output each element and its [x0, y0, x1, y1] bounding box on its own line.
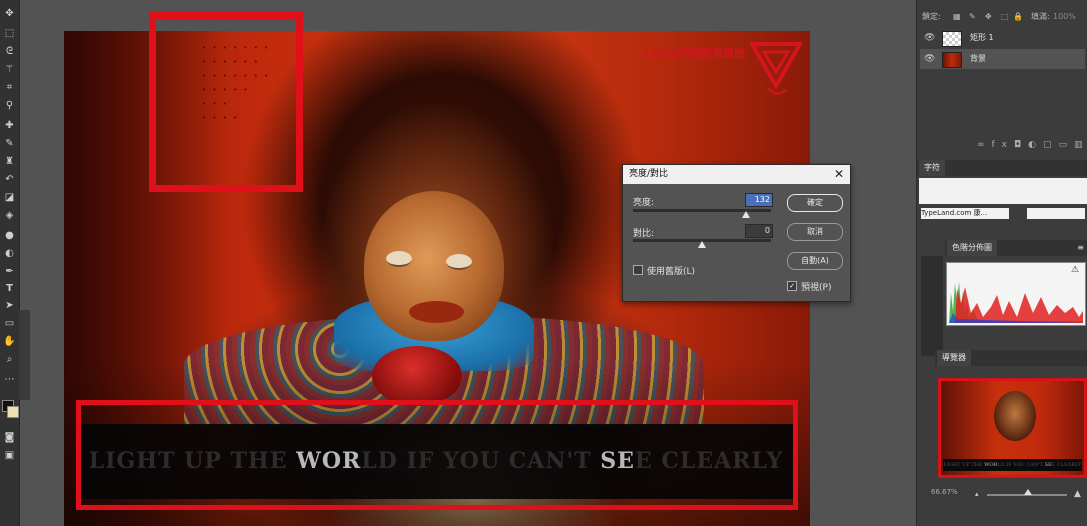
close-icon[interactable]: ✕: [832, 166, 846, 183]
lock-move-icon[interactable]: ✥: [985, 8, 992, 26]
cache-warning-icon[interactable]: ⚠: [1071, 265, 1079, 275]
zoom-tool-icon[interactable]: ⌕: [2, 352, 17, 367]
cancel-button[interactable]: 取消: [787, 223, 843, 241]
tools-panel: ✥ ⬚ ᘓ ⚚ ⌗ ⚲ ✚ ✎ ♜ ↶ ◪ ◈ ● ◐ ✒ T ➤ ▭ ✋ ⌕ …: [0, 0, 20, 526]
brightness-label: 亮度:: [633, 198, 655, 208]
doll-mouth: [409, 301, 464, 323]
navigator-zoom-value[interactable]: 66.67%: [931, 488, 958, 496]
lock-paint-icon[interactable]: ✎: [969, 8, 976, 26]
lock-label: 鎖定:: [922, 12, 941, 21]
fill-label: 填滿:: [1031, 12, 1050, 21]
more-tools-icon[interactable]: ⋯: [2, 372, 17, 387]
brightness-input[interactable]: 132: [745, 193, 773, 207]
tab-navigator[interactable]: 導覽器: [937, 350, 971, 366]
zoom-out-icon[interactable]: ▴: [975, 490, 983, 498]
ok-button[interactable]: 確定: [787, 194, 843, 212]
history-brush-tool-icon[interactable]: ↶: [2, 172, 17, 187]
eraser-tool-icon[interactable]: ◪: [2, 190, 17, 205]
blur-tool-icon[interactable]: ●: [2, 228, 17, 243]
dialog-title: 亮度/對比: [623, 165, 850, 184]
brightness-slider-thumb[interactable]: [742, 211, 751, 218]
quick-mask-icon[interactable]: ◙: [2, 430, 17, 445]
annotation-box-bottom: [76, 400, 798, 510]
lock-all-icon[interactable]: 🔒: [1013, 8, 1023, 26]
navigator-zoom-slider-thumb[interactable]: [1024, 489, 1032, 495]
layer-name: 背景: [970, 54, 986, 63]
font-family-input[interactable]: TypeLand.com 康...: [921, 208, 1009, 219]
lasso-tool-icon[interactable]: ᘓ: [2, 44, 17, 59]
zoom-in-icon[interactable]: ▲: [1074, 489, 1081, 499]
fill-input[interactable]: 100%: [1053, 8, 1076, 26]
brush-tool-icon[interactable]: ✎: [2, 136, 17, 151]
brand-logo-icon: [750, 42, 802, 95]
lock-artboard-icon[interactable]: ⬚: [1001, 8, 1009, 26]
navigator-view-box[interactable]: [939, 379, 1086, 477]
preview-label: 預視(P): [801, 283, 832, 293]
layers-footer-icons[interactable]: ∞fx◘◐▢▭▥: [977, 140, 1087, 154]
legacy-checkbox[interactable]: [633, 265, 643, 275]
background-color-swatch[interactable]: [7, 406, 19, 418]
clone-stamp-tool-icon[interactable]: ♜: [2, 154, 17, 169]
layer-row[interactable]: 👁 矩形 1: [920, 28, 1085, 48]
dodge-tool-icon[interactable]: ◐: [2, 246, 17, 261]
histogram-chart: ⚠: [946, 262, 1086, 326]
contrast-input[interactable]: 0: [745, 224, 773, 238]
character-panel-header: 字符: [917, 160, 1087, 176]
collapsed-panel-stub: [921, 256, 943, 356]
tool-options-flyout: [19, 310, 30, 400]
glyph-strip[interactable]: [919, 178, 1087, 204]
histogram-graph: [949, 281, 1083, 323]
pen-tool-icon[interactable]: ✒: [2, 264, 17, 279]
layers-lock-bar: 鎖定: ▦ ✎ ✥ ⬚ 🔒 填滿: 100%: [917, 8, 1087, 26]
font-style-input[interactable]: [1027, 208, 1085, 219]
preview-checkbox[interactable]: ✓: [787, 281, 797, 291]
brightness-contrast-dialog: 亮度/對比 ✕ 亮度: 132 對比: 0 使用舊版(L) 確定 取消 自動(A…: [622, 164, 851, 302]
path-selection-tool-icon[interactable]: ➤: [2, 298, 17, 313]
tab-character[interactable]: 字符: [919, 160, 945, 176]
brand-text: LOOP迴圈密室逃脫: [644, 47, 746, 60]
legacy-label: 使用舊版(L): [647, 267, 696, 277]
navigator-panel-header: 導覽器: [935, 350, 1087, 366]
histogram-panel-header: 色階分佈圖 ≡: [945, 240, 1087, 256]
layer-visibility-eye-icon[interactable]: 👁: [924, 49, 935, 69]
healing-brush-tool-icon[interactable]: ✚: [2, 118, 17, 133]
annotation-box-top: [149, 12, 303, 192]
move-tool-icon[interactable]: ✥: [2, 6, 17, 21]
rectangle-tool-icon[interactable]: ▭: [2, 316, 17, 331]
screen-mode-icon[interactable]: ▣: [2, 448, 17, 463]
magic-wand-tool-icon[interactable]: ⚚: [2, 62, 17, 77]
tab-histogram[interactable]: 色階分佈圖: [947, 240, 997, 256]
contrast-slider-thumb[interactable]: [698, 241, 706, 248]
auto-button[interactable]: 自動(A): [787, 252, 843, 270]
brightness-slider-track[interactable]: [633, 209, 771, 212]
contrast-label: 對比:: [633, 229, 655, 239]
marquee-tool-icon[interactable]: ⬚: [2, 26, 17, 41]
crop-tool-icon[interactable]: ⌗: [2, 80, 17, 95]
panel-menu-icon[interactable]: ≡: [1077, 240, 1084, 256]
layer-row[interactable]: 👁 背景: [920, 49, 1085, 69]
layer-visibility-eye-icon[interactable]: 👁: [924, 28, 935, 48]
paint-bucket-tool-icon[interactable]: ◈: [2, 208, 17, 223]
doll-eye-right: [446, 254, 472, 270]
lock-pixels-icon[interactable]: ▦: [953, 8, 961, 26]
doll-eye-left: [386, 251, 412, 267]
layer-name: 矩形 1: [970, 33, 994, 42]
hand-tool-icon[interactable]: ✋: [2, 334, 17, 349]
eyedropper-tool-icon[interactable]: ⚲: [2, 98, 17, 113]
layer-thumbnail: [942, 52, 962, 68]
layer-thumbnail: [942, 31, 962, 47]
navigator-preview[interactable]: LIGHT UP THE WORLD IF YOU CAN'T SEE CLEA…: [938, 378, 1087, 478]
type-tool-icon[interactable]: T: [2, 281, 17, 296]
